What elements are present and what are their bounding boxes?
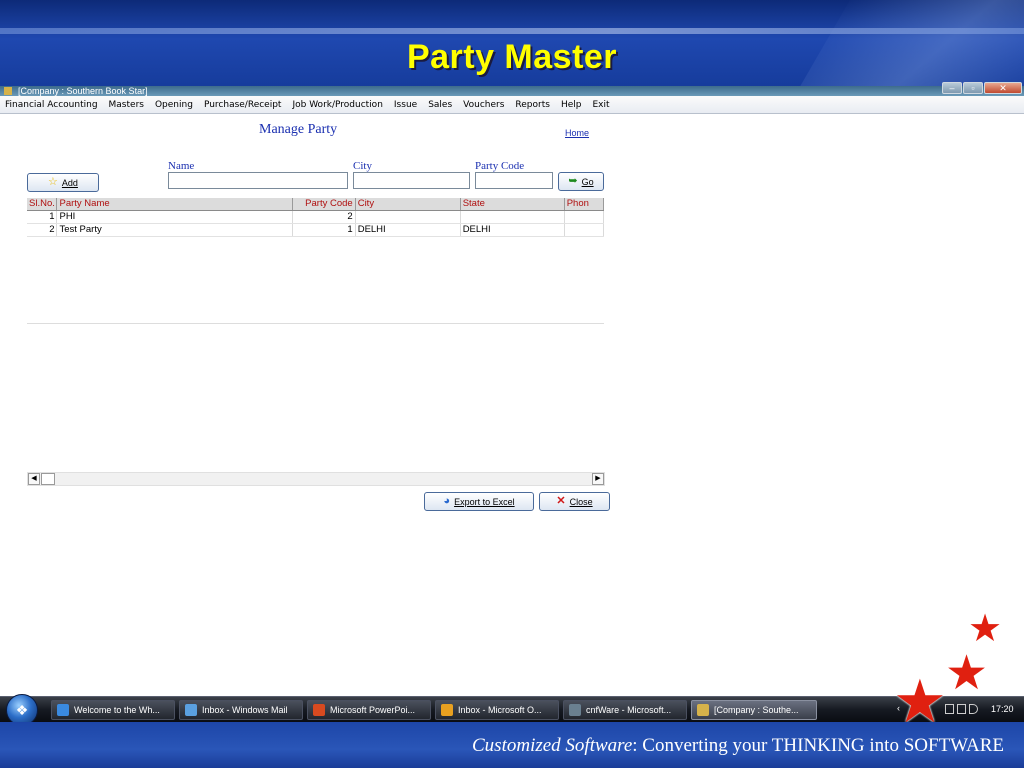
taskbar-item-label: Inbox - Windows Mail [202, 705, 288, 715]
party-code-label: Party Code [475, 160, 525, 172]
add-button-label: Add [61, 177, 78, 188]
volume-icon[interactable] [969, 704, 978, 714]
cell-sl-no: 1 [27, 211, 58, 223]
scroll-right-arrow-icon[interactable]: ▶ [592, 473, 604, 485]
taskbar-item-cnfware[interactable]: cnfWare - Microsoft... [563, 700, 687, 720]
taskbar-item-outlook[interactable]: Inbox - Microsoft O... [435, 700, 559, 720]
table-row[interactable]: 1 PHI 2 [27, 211, 604, 224]
taskbar-item-company[interactable]: [Company : Southe... [691, 700, 817, 720]
scroll-thumb[interactable] [41, 473, 55, 485]
menu-purchase-receipt[interactable]: Purchase/Receipt [204, 100, 282, 110]
column-header-sl-no[interactable]: Sl.No. [27, 198, 58, 210]
menu-vouchers[interactable]: Vouchers [463, 100, 504, 110]
cell-city: DELHI [356, 224, 461, 236]
arrow-icon: ➥ [568, 175, 578, 187]
grid-header: Sl.No. Party Name Party Code City State … [27, 198, 604, 211]
star-icon: ☆ [48, 176, 58, 188]
app-window-icon [569, 704, 581, 716]
slide-title: Party Master [406, 38, 618, 76]
home-link[interactable]: Home [565, 128, 589, 138]
globe-icon: ◕ [443, 495, 451, 507]
city-input[interactable] [353, 172, 470, 189]
menu-sales[interactable]: Sales [428, 100, 452, 110]
window-controls: – ▫ ✕ [942, 82, 1022, 94]
cell-party-name: PHI [57, 211, 293, 223]
cell-party-code: 2 [293, 211, 356, 223]
horizontal-scrollbar[interactable]: ◀ ▶ [27, 472, 605, 486]
cell-state: DELHI [461, 224, 565, 236]
scroll-left-arrow-icon[interactable]: ◀ [28, 473, 40, 485]
table-row[interactable]: 2 Test Party 1 DELHI DELHI [27, 224, 604, 237]
slide-header: Party Master [0, 0, 1024, 86]
close-button[interactable]: ✕ Close [539, 492, 610, 511]
app-icon [4, 87, 12, 95]
minimize-button[interactable]: – [942, 82, 962, 94]
taskbar-item-windows-mail[interactable]: Inbox - Windows Mail [179, 700, 303, 720]
menu-masters[interactable]: Masters [109, 100, 144, 110]
footer-tagline-rest: : Converting your THINKING into SOFTWARE [632, 735, 1004, 756]
powerpoint-icon [313, 704, 325, 716]
clock[interactable]: 17:20 [991, 704, 1014, 714]
party-grid: Sl.No. Party Name Party Code City State … [27, 198, 604, 324]
browser-icon [57, 704, 69, 716]
column-header-party-name[interactable]: Party Name [57, 198, 293, 210]
taskbar-item-welcome[interactable]: Welcome to the Wh... [51, 700, 175, 720]
slide-footer: Customized Software: Converting your THI… [0, 722, 1024, 768]
go-button-label: Go [581, 176, 594, 187]
taskbar-item-label: [Company : Southe... [714, 705, 799, 715]
taskbar: ❖ Welcome to the Wh... Inbox - Windows M… [0, 694, 1024, 726]
outlook-icon [441, 704, 453, 716]
add-button[interactable]: ☆ Add [27, 173, 99, 192]
column-header-phone[interactable]: Phon [565, 198, 604, 210]
name-label: Name [168, 160, 195, 172]
taskbar-item-label: Microsoft PowerPoi... [330, 705, 416, 715]
go-button[interactable]: ➥ Go [558, 172, 604, 191]
company-app-icon [697, 704, 709, 716]
footer-tagline-italic: Customized Software [472, 735, 633, 756]
menu-bar: Financial Accounting Masters Opening Pur… [0, 96, 1024, 114]
window-title: [Company : Southern Book Star] [18, 86, 148, 96]
taskbar-item-powerpoint[interactable]: Microsoft PowerPoi... [307, 700, 431, 720]
windows-logo-icon: ❖ [15, 701, 29, 718]
cell-phone [565, 224, 604, 236]
window-title-bar[interactable]: [Company : Southern Book Star] – ▫ ✕ [0, 82, 1024, 96]
mail-icon [185, 704, 197, 716]
star-icon: ★ [945, 647, 989, 700]
cell-city [356, 211, 461, 223]
party-code-input[interactable] [475, 172, 553, 189]
page-title: Manage Party [259, 122, 338, 137]
taskbar-item-label: cnfWare - Microsoft... [586, 705, 672, 715]
taskbar-item-label: Welcome to the Wh... [74, 705, 160, 715]
star-icon: ★ [968, 608, 1003, 650]
menu-help[interactable]: Help [561, 100, 582, 110]
column-header-city[interactable]: City [356, 198, 461, 210]
cell-party-name: Test Party [57, 224, 293, 236]
footer-tagline: Customized Software: Converting your THI… [472, 735, 1004, 757]
name-input[interactable] [168, 172, 348, 189]
taskbar-item-label: Inbox - Microsoft O... [458, 705, 542, 715]
menu-job-work-production[interactable]: Job Work/Production [292, 100, 382, 110]
menu-financial-accounting[interactable]: Financial Accounting [5, 100, 98, 110]
cell-party-code: 1 [293, 224, 356, 236]
column-header-party-code[interactable]: Party Code [293, 198, 356, 210]
export-to-excel-button[interactable]: ◕ Export to Excel [424, 492, 534, 511]
menu-reports[interactable]: Reports [515, 100, 550, 110]
menu-exit[interactable]: Exit [592, 100, 609, 110]
close-button-label: Close [569, 496, 593, 507]
city-label: City [353, 160, 372, 172]
menu-issue[interactable]: Issue [394, 100, 417, 110]
menu-opening[interactable]: Opening [155, 100, 193, 110]
maximize-button[interactable]: ▫ [963, 82, 983, 94]
window-close-button[interactable]: ✕ [984, 82, 1022, 94]
cell-sl-no: 2 [27, 224, 58, 236]
cell-state [461, 211, 565, 223]
cell-phone [565, 211, 604, 223]
app-window: [Company : Southern Book Star] – ▫ ✕ Fin… [0, 82, 1024, 696]
display-icon[interactable] [957, 704, 966, 714]
export-button-label: Export to Excel [454, 496, 515, 507]
close-icon: ✕ [556, 495, 566, 507]
tray-icons [945, 704, 978, 714]
column-header-state[interactable]: State [461, 198, 565, 210]
